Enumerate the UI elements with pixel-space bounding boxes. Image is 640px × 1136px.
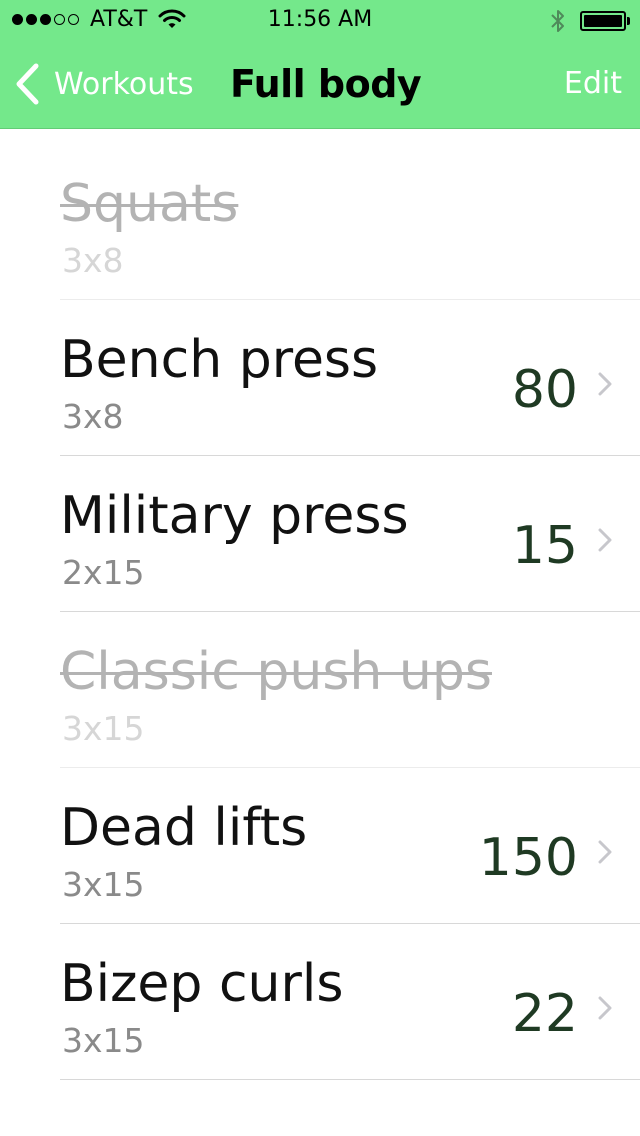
chevron-right-icon	[598, 996, 612, 1024]
exercise-row[interactable]: Bench press 3x8 80	[0, 300, 640, 456]
exercise-name: Dead lifts	[60, 798, 308, 858]
back-button[interactable]: Workouts	[14, 60, 194, 108]
exercise-sets: 3x15	[62, 865, 145, 904]
chevron-right-icon	[598, 528, 612, 556]
page-title: Full body	[230, 62, 422, 106]
bluetooth-icon	[550, 8, 566, 40]
navigation-header: AT&T 11:56 AM Workouts Full body Edit	[0, 0, 640, 129]
exercise-name: Military press	[60, 486, 409, 546]
chevron-right-icon	[598, 840, 612, 868]
exercise-name: Bizep curls	[60, 954, 344, 1014]
back-button-label: Workouts	[54, 66, 194, 102]
row-divider	[60, 1079, 640, 1080]
chevron-left-icon	[14, 63, 40, 105]
exercise-row[interactable]: Bizep curls 3x15 22	[0, 924, 640, 1080]
exercise-weight: 150	[478, 828, 578, 888]
exercise-sets: 3x15	[62, 1021, 145, 1060]
exercise-sets: 3x15	[62, 709, 145, 748]
exercise-row[interactable]: Dead lifts 3x15 150	[0, 768, 640, 924]
exercise-sets: 3x8	[62, 241, 124, 280]
edit-button[interactable]: Edit	[564, 66, 622, 101]
status-time: 11:56 AM	[267, 7, 373, 32]
exercise-sets: 2x15	[62, 553, 145, 592]
battery-icon	[580, 11, 630, 31]
status-bar: AT&T 11:56 AM	[0, 0, 640, 40]
exercise-weight: 15	[511, 516, 578, 576]
exercise-sets: 3x8	[62, 397, 124, 436]
exercise-name: Squats	[60, 174, 239, 234]
exercise-row[interactable]: Military press 2x15 15	[0, 456, 640, 612]
exercise-weight: 80	[511, 360, 578, 420]
exercise-list: Squats 3x8 Bench press 3x8 80 Military p…	[0, 144, 640, 1080]
exercise-name: Classic push ups	[60, 642, 492, 702]
chevron-right-icon	[598, 372, 612, 400]
exercise-row[interactable]: Squats 3x8	[0, 144, 640, 300]
exercise-weight: 22	[511, 984, 578, 1044]
exercise-row[interactable]: Classic push ups 3x15	[0, 612, 640, 768]
exercise-name: Bench press	[60, 330, 379, 390]
